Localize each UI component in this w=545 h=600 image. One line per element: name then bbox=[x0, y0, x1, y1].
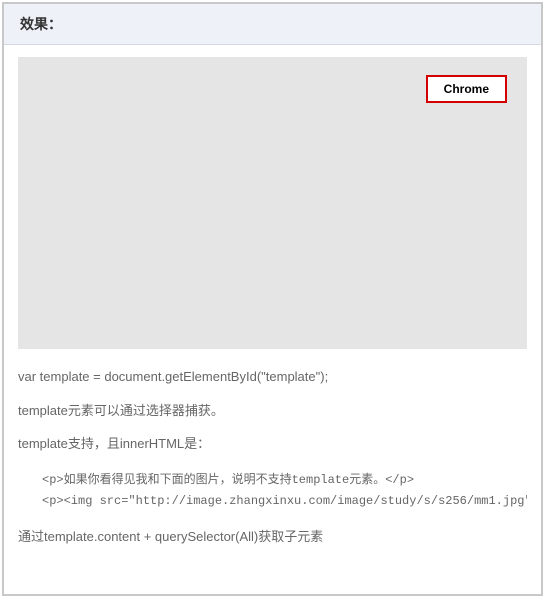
panel-title: 效果： bbox=[20, 16, 62, 32]
panel-header: 效果： bbox=[4, 4, 541, 45]
code-line-2: <p><img src="http://image.zhangxinxu.com… bbox=[42, 491, 527, 513]
description-block: var template = document.getElementById("… bbox=[18, 367, 527, 546]
preview-box: Chrome bbox=[18, 57, 527, 349]
footer-line: 通过template.content + querySelector(All)获… bbox=[18, 527, 527, 547]
inner-html-code: <p>如果你看得见我和下面的图片，说明不支持template元素。</p> <p… bbox=[42, 470, 527, 513]
browser-badge-label: Chrome bbox=[444, 82, 489, 96]
demo-panel: 效果： Chrome var template = document.getEl… bbox=[2, 2, 543, 596]
code-snippet-line: var template = document.getElementById("… bbox=[18, 367, 527, 387]
description-line-selector: template元素可以通过选择器捕获。 bbox=[18, 401, 527, 421]
browser-badge: Chrome bbox=[426, 75, 507, 103]
code-line-1: <p>如果你看得见我和下面的图片，说明不支持template元素。</p> bbox=[42, 470, 527, 492]
panel-content: Chrome var template = document.getElemen… bbox=[4, 45, 541, 546]
description-line-support: template支持，且innerHTML是： bbox=[18, 434, 527, 454]
